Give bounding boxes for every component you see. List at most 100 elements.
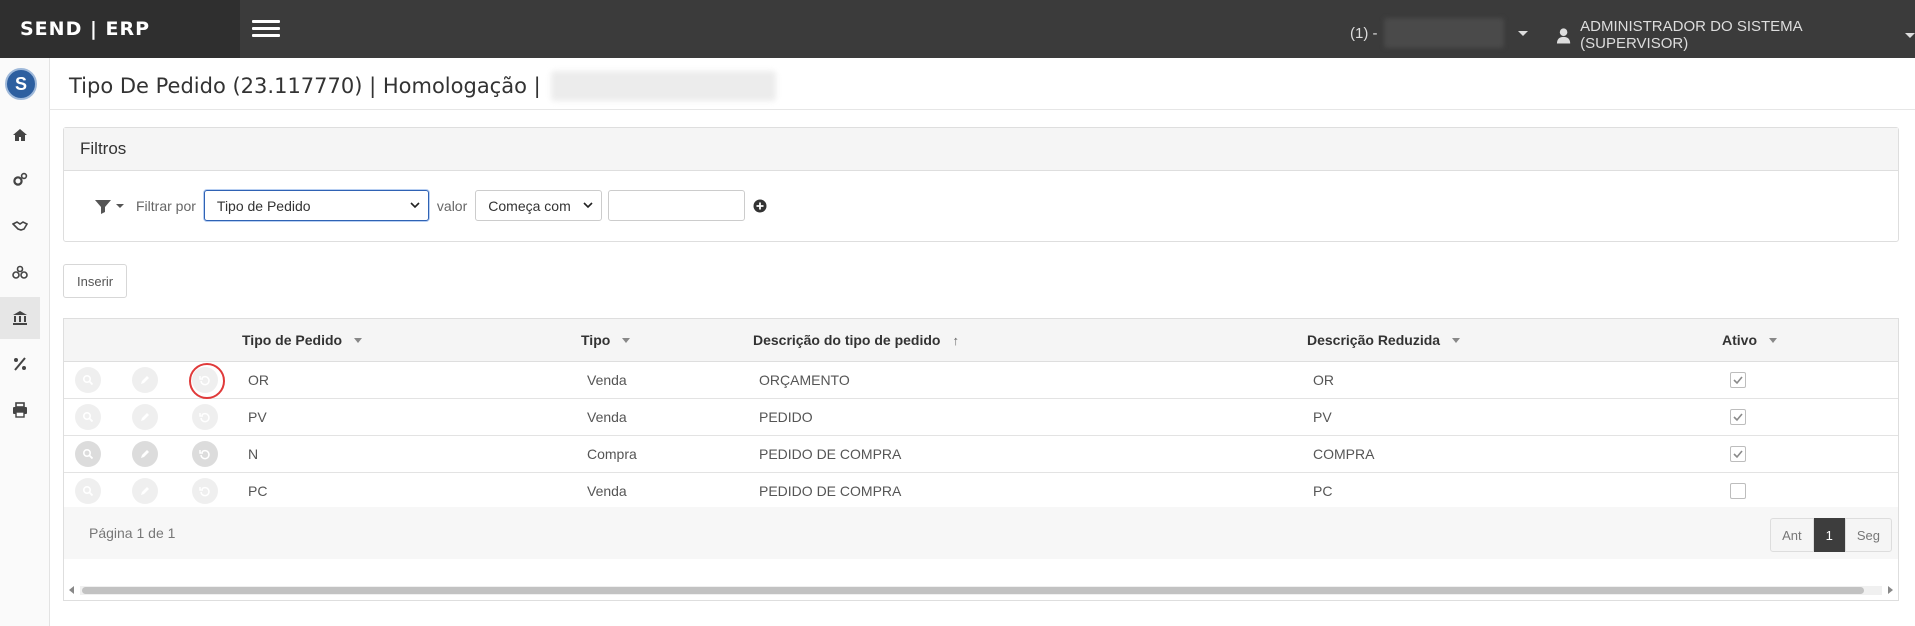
undo-icon xyxy=(199,486,210,497)
divider xyxy=(49,109,1915,110)
cell-tipo: Venda xyxy=(587,372,627,388)
sort-ascending-icon: ↑ xyxy=(952,332,959,348)
column-header-descricao[interactable]: Descrição do tipo de pedido ↑ xyxy=(753,319,959,361)
table-row[interactable]: PC Venda PEDIDO DE COMPRA PC xyxy=(64,473,1898,510)
filter-field-select[interactable]: Tipo de Pedido xyxy=(203,190,429,221)
edit-button[interactable] xyxy=(132,478,158,504)
cell-descricao-reduzida: OR xyxy=(1313,372,1334,388)
column-header-ativo[interactable]: Ativo xyxy=(1722,319,1777,361)
horizontal-scrollbar[interactable] xyxy=(64,582,1898,600)
scroll-right-icon[interactable] xyxy=(1888,586,1893,594)
column-label: Tipo de Pedido xyxy=(242,332,343,348)
search-icon xyxy=(82,485,94,497)
company-selector[interactable]: (1) - xyxy=(1350,18,1528,48)
history-button[interactable] xyxy=(192,367,218,393)
pencil-icon xyxy=(141,376,149,384)
add-filter-icon[interactable] xyxy=(753,199,767,213)
cell-tipo-pedido: OR xyxy=(248,372,269,388)
scroll-left-icon[interactable] xyxy=(69,586,74,594)
view-button[interactable] xyxy=(75,478,101,504)
order-types-table: Tipo de Pedido Tipo Descrição do tipo de… xyxy=(63,318,1899,601)
cell-tipo-pedido: PV xyxy=(248,409,267,425)
filter-row: Filtrar por Tipo de Pedido valor Começa … xyxy=(94,190,767,221)
check-icon xyxy=(1733,376,1743,385)
chevron-down-icon[interactable] xyxy=(116,203,124,208)
pencil-icon xyxy=(141,413,149,421)
cell-descricao-reduzida: PV xyxy=(1313,409,1332,425)
chevron-down-icon xyxy=(1905,32,1915,38)
bicycle-icon[interactable] xyxy=(0,251,40,293)
table-row[interactable]: OR Venda ORÇAMENTO OR xyxy=(64,362,1898,399)
cell-descricao-reduzida: PC xyxy=(1313,483,1333,499)
column-label: Tipo xyxy=(581,332,611,348)
view-button[interactable] xyxy=(75,367,101,393)
handshake-icon[interactable] xyxy=(0,205,40,247)
pagination: Ant 1 Seg xyxy=(1770,518,1892,552)
history-button[interactable] xyxy=(192,441,218,467)
search-icon xyxy=(82,374,94,386)
user-menu[interactable]: ADMINISTRADOR DO SISTEMA (SUPERVISOR) xyxy=(1556,18,1915,52)
home-icon[interactable] xyxy=(0,114,40,156)
scrollbar-thumb[interactable] xyxy=(82,587,1864,594)
table-row[interactable]: N Compra PEDIDO DE COMPRA COMPRA xyxy=(64,436,1898,473)
filters-title: Filtros xyxy=(64,128,1898,171)
cell-tipo: Venda xyxy=(587,409,627,425)
filters-panel: Filtros Filtrar por Tipo de Pedido valor… xyxy=(63,127,1899,242)
pencil-icon xyxy=(141,450,149,458)
user-name: ADMINISTRADOR DO SISTEMA (SUPERVISOR) xyxy=(1580,18,1802,52)
brand-logo[interactable]: SEND | ERP xyxy=(0,0,240,58)
next-page-button[interactable]: Seg xyxy=(1844,518,1892,552)
prev-page-button[interactable]: Ant xyxy=(1770,518,1814,552)
sidebar-rail: S xyxy=(0,58,50,626)
percent-icon[interactable] xyxy=(0,343,40,385)
page-title: Tipo De Pedido (23.117770) | Homologação… xyxy=(69,71,776,101)
chevron-down-icon xyxy=(410,202,420,209)
print-icon[interactable] xyxy=(0,389,40,431)
insert-button[interactable]: Inserir xyxy=(63,264,128,298)
bank-icon[interactable] xyxy=(0,297,40,339)
edit-button[interactable] xyxy=(132,441,158,467)
settings-icon[interactable] xyxy=(0,159,40,201)
filter-value-input[interactable] xyxy=(608,190,746,221)
table-header: Tipo de Pedido Tipo Descrição do tipo de… xyxy=(64,319,1898,362)
search-icon xyxy=(82,411,94,423)
column-header-tipo-pedido[interactable]: Tipo de Pedido xyxy=(242,319,363,361)
check-icon xyxy=(1733,450,1743,459)
active-checkbox[interactable] xyxy=(1730,483,1746,499)
column-header-tipo[interactable]: Tipo xyxy=(581,319,631,361)
view-button[interactable] xyxy=(75,404,101,430)
history-button[interactable] xyxy=(192,404,218,430)
filter-icon[interactable] xyxy=(94,198,112,214)
cell-tipo: Compra xyxy=(587,446,637,462)
sort-icon xyxy=(354,337,363,343)
company-label: (1) - xyxy=(1350,24,1378,42)
cell-descricao: PEDIDO DE COMPRA xyxy=(759,446,902,462)
pencil-icon xyxy=(141,487,149,495)
cell-ativo xyxy=(1730,473,1746,509)
edit-button[interactable] xyxy=(132,367,158,393)
table-row[interactable]: PV Venda PEDIDO PV xyxy=(64,399,1898,436)
active-checkbox[interactable] xyxy=(1730,409,1746,425)
value-label: valor xyxy=(436,197,468,214)
cell-ativo xyxy=(1730,436,1746,472)
column-header-descricao-reduzida[interactable]: Descrição Reduzida xyxy=(1307,319,1461,361)
app-logo[interactable]: S xyxy=(5,68,37,100)
filter-operator-select[interactable]: Começa com xyxy=(475,190,603,221)
active-checkbox[interactable] xyxy=(1730,446,1746,462)
edit-button[interactable] xyxy=(132,404,158,430)
filter-by-label: Filtrar por xyxy=(136,197,196,214)
view-button[interactable] xyxy=(75,441,101,467)
table-footer: Página 1 de 1 Ant 1 Seg xyxy=(64,507,1898,559)
column-label: Ativo xyxy=(1722,332,1757,348)
history-button[interactable] xyxy=(192,478,218,504)
page-button-current[interactable]: 1 xyxy=(1813,518,1845,552)
cell-tipo-pedido: PC xyxy=(248,483,268,499)
active-checkbox[interactable] xyxy=(1730,372,1746,388)
check-icon xyxy=(1733,413,1743,422)
cell-descricao-reduzida: COMPRA xyxy=(1313,446,1375,462)
menu-toggle-icon[interactable] xyxy=(252,20,280,39)
column-label: Descrição do tipo de pedido xyxy=(753,332,941,348)
company-name-redacted xyxy=(1383,18,1504,48)
chevron-down-icon xyxy=(1517,30,1528,36)
undo-icon xyxy=(199,375,210,386)
